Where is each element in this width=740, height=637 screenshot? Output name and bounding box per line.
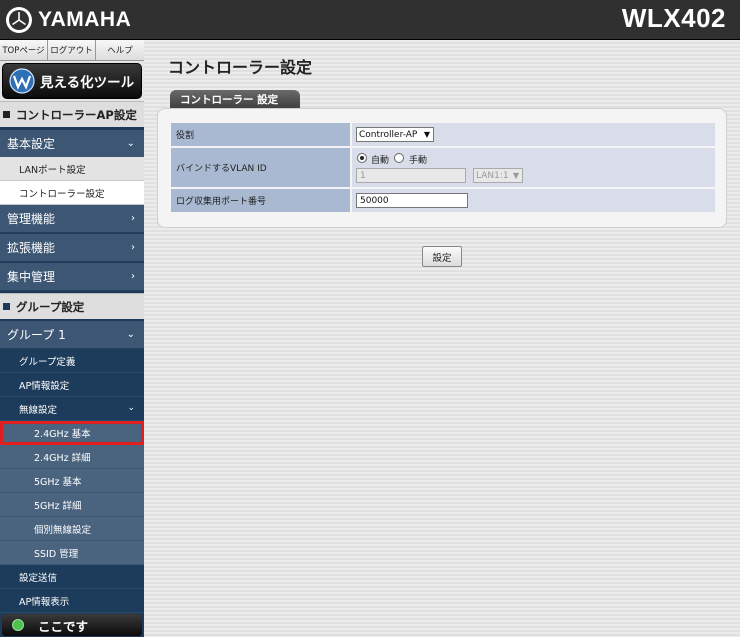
square-bullet-icon [3,111,10,118]
sidebar-item-label: 5GHz 詳細 [34,500,82,512]
role-value-cell: Controller-AP ▼ [352,123,715,146]
visualize-tool-area: 見える化ツール [0,61,144,101]
sidebar-item-individual-wireless[interactable]: 個別無線設定 [0,517,144,541]
sidebar-item-basic-settings[interactable]: 基本設定 ⌄ [0,130,144,158]
vlan-manual-radio[interactable] [394,153,404,163]
sidebar-item-label: 拡張機能 [7,241,56,255]
sidebar-item-label: コントローラー設定 [19,188,105,200]
log-port-label: ログ収集用ポート番号 [171,189,352,212]
chevron-down-icon: ▼ [512,171,519,180]
section-group-settings: グループ設定 [0,293,144,319]
vlan-id-input[interactable]: 1 [356,168,466,183]
settings-panel: 役割 Controller-AP ▼ バインドするVLAN ID 自動 手動 1… [157,108,727,228]
square-bullet-icon [3,303,10,310]
top-page-link[interactable]: TOPページ [0,40,48,61]
sidebar-item-5ghz-basic[interactable]: 5GHz 基本 [0,469,144,493]
header-bar: YAMAHA WLX402 [0,0,740,40]
sidebar-item-24ghz-basic[interactable]: 2.4GHz 基本 [0,421,144,445]
sidebar-item-label: 2.4GHz 基本 [34,428,91,440]
sidebar-item-ssid-management[interactable]: SSID 管理 [0,541,144,565]
role-row: 役割 Controller-AP ▼ [171,123,715,146]
current-location-indicator: ここです [2,614,142,636]
chevron-right-icon: › [131,271,135,282]
log-port-row: ログ収集用ポート番号 50000 [171,189,715,212]
sidebar-item-ap-info-display[interactable]: AP情報表示 [0,589,144,613]
sidebar-item-group-definition[interactable]: グループ定義 [0,349,144,373]
model-name: WLX402 [621,3,726,33]
log-port-input[interactable]: 50000 [356,193,468,208]
sidebar-item-label: 5GHz 基本 [34,476,82,488]
sidebar-item-label: 管理機能 [7,212,56,226]
brand-name: YAMAHA [38,8,132,31]
sidebar-item-send-settings[interactable]: 設定送信 [0,565,144,589]
section-controller-ap-label: コントローラーAP設定 [16,107,137,122]
sidebar-item-label: AP情報表示 [19,596,70,608]
sidebar-item-5ghz-detail[interactable]: 5GHz 詳細 [0,493,144,517]
top-nav: TOPページ ログアウト ヘルプ [0,40,144,61]
sidebar-item-label: AP情報設定 [19,380,70,392]
sidebar-item-label: 設定送信 [19,572,58,584]
chevron-down-icon: ⌄ [127,403,135,413]
tuning-fork-emblem-icon [6,7,32,33]
help-link[interactable]: ヘルプ [96,40,144,61]
current-location-label: ここです [38,618,89,634]
green-dot-icon [12,619,24,631]
vlan-port-value: LAN1:1 [476,170,509,181]
chevron-down-icon: ⌄ [126,329,135,340]
vlan-manual-label: 手動 [409,156,428,166]
chevron-down-icon: ⌄ [126,138,135,149]
visualize-tool-icon [9,68,35,94]
visualize-tool-label: 見える化ツール [40,75,135,91]
vlan-row: バインドするVLAN ID 自動 手動 1 LAN1:1 ▼ [171,148,715,187]
sidebar-item-ap-info-settings[interactable]: AP情報設定 [0,373,144,397]
vlan-label: バインドするVLAN ID [171,148,352,187]
tab-controller-settings[interactable]: コントローラー 設定 [170,90,300,109]
role-select-value: Controller-AP [359,129,418,140]
chevron-right-icon: › [131,242,135,253]
main-content: コントローラー設定 コントローラー 設定 役割 Controller-AP ▼ … [144,40,740,637]
sidebar-item-24ghz-detail[interactable]: 2.4GHz 詳細 [0,445,144,469]
sidebar-item-central-management[interactable]: 集中管理 › [0,263,144,291]
sidebar-item-label: グループ定義 [19,356,76,368]
sidebar-item-label: 個別無線設定 [34,524,92,536]
vlan-port-select[interactable]: LAN1:1 ▼ [473,168,523,183]
sidebar-item-label: 2.4GHz 詳細 [34,452,91,464]
sidebar-item-management[interactable]: 管理機能 › [0,205,144,233]
sidebar-item-lan-port[interactable]: LANポート設定 [0,157,144,181]
sidebar-item-extensions[interactable]: 拡張機能 › [0,234,144,262]
chevron-right-icon: › [131,213,135,224]
yamaha-logo: YAMAHA [6,7,131,33]
section-group-settings-label: グループ設定 [16,299,85,314]
sidebar-item-controller-settings[interactable]: コントローラー設定 [0,181,144,205]
section-controller-ap: コントローラーAP設定 [0,101,144,127]
role-select[interactable]: Controller-AP ▼ [356,127,434,142]
page-title: コントローラー設定 [168,58,313,77]
sidebar-item-group-1[interactable]: グループ 1 ⌄ [0,321,144,349]
sidebar-item-label: 基本設定 [7,137,56,151]
vlan-auto-radio[interactable] [357,153,367,163]
submit-button[interactable]: 設定 [422,246,462,267]
sidebar-item-wireless-settings[interactable]: 無線設定 ⌄ [0,397,144,421]
sidebar-item-label: グループ 1 [7,328,66,342]
sidebar-item-label: 無線設定 [19,404,58,416]
chevron-down-icon: ▼ [423,130,430,139]
sidebar-item-label: LANポート設定 [19,164,86,176]
vlan-auto-label: 自動 [371,156,390,166]
vlan-value-cell: 自動 手動 1 LAN1:1 ▼ [352,148,715,187]
log-port-value-cell: 50000 [352,189,715,212]
visualize-tool-button[interactable]: 見える化ツール [2,63,142,99]
sidebar: TOPページ ログアウト ヘルプ 見える化ツール コントローラーAP設定 基本設… [0,40,144,637]
logout-link[interactable]: ログアウト [48,40,96,61]
sidebar-item-label: SSID 管理 [34,548,79,560]
role-label: 役割 [171,123,352,146]
sidebar-item-label: 集中管理 [7,270,56,284]
